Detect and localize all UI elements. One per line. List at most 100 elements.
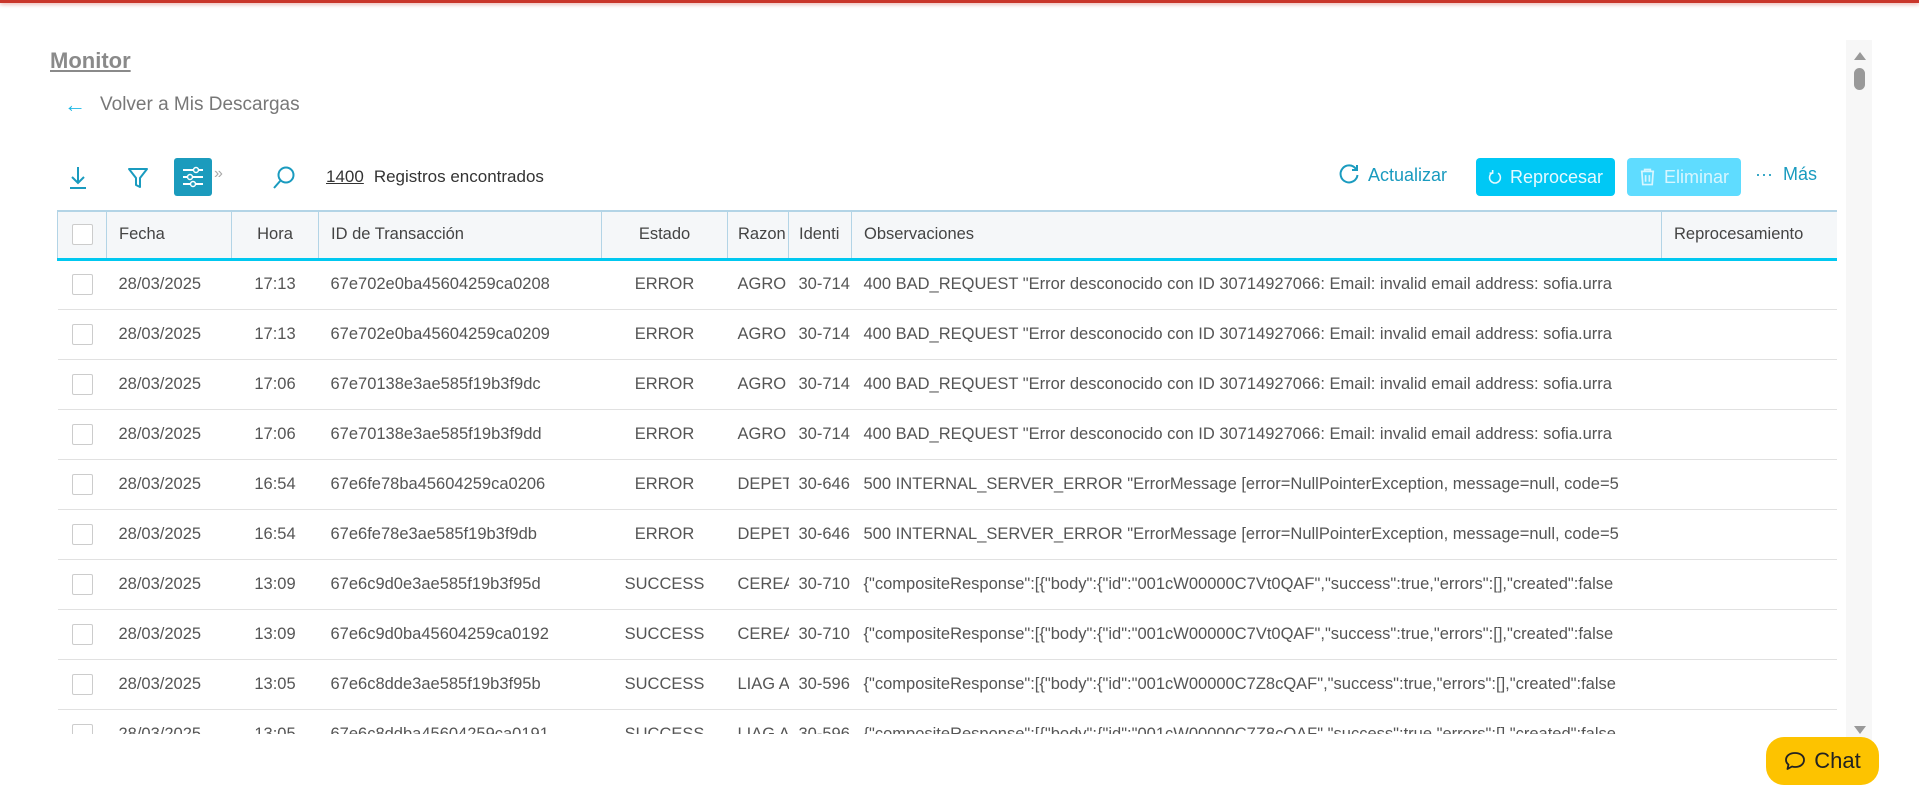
page-title[interactable]: Monitor <box>50 48 131 74</box>
chevron-double-right-icon[interactable]: » <box>214 165 223 183</box>
select-all-checkbox[interactable] <box>71 224 93 246</box>
cell-razon: AGRO <box>727 309 789 360</box>
cell-fecha: 28/03/2025 <box>106 409 232 460</box>
select-all-cell <box>57 210 107 261</box>
more-label: Más <box>1782 164 1817 184</box>
back-link[interactable]: ← Volver a Mis Descargas <box>64 92 300 118</box>
cell-hora: 17:13 <box>231 259 319 310</box>
table-row[interactable]: 28/03/2025 13:05 67e6c8ddba45604259ca0191 S… <box>57 709 1837 734</box>
table-row[interactable]: 28/03/2025 16:54 67e6fe78e3ae585f19b3f9db E… <box>57 509 1837 560</box>
column-header-fecha[interactable]: Fecha <box>106 210 232 261</box>
cell-id: 67e6c8ddba45604259ca0191 <box>318 709 602 734</box>
column-header-identificacion[interactable]: Identi <box>788 210 852 261</box>
table-row[interactable]: 28/03/2025 17:13 67e702e0ba45604259ca0208 E… <box>57 259 1837 310</box>
cell-fecha: 28/03/2025 <box>106 609 232 660</box>
cell-ident: 30-714 <box>788 259 852 310</box>
scroll-up-arrow-icon[interactable] <box>1854 52 1866 60</box>
refresh-icon <box>1488 170 1502 184</box>
column-header-estado[interactable]: Estado <box>601 210 728 261</box>
cell-razon: AGRO <box>727 359 789 410</box>
cell-ident: 30-646 <box>788 509 852 560</box>
table-row[interactable]: 28/03/2025 17:13 67e702e0ba45604259ca0209 E… <box>57 309 1837 360</box>
cell-id: 67e6fe78ba45604259ca0206 <box>318 459 602 510</box>
table-row[interactable]: 28/03/2025 13:05 67e6c8dde3ae585f19b3f95b S… <box>57 659 1837 710</box>
arrow-left-icon: ← <box>64 92 86 117</box>
records-count-value[interactable]: 1400 <box>326 167 364 186</box>
scrollbar-thumb[interactable] <box>1854 68 1865 90</box>
chat-button[interactable]: Chat <box>1766 737 1879 785</box>
row-checkbox[interactable] <box>71 573 93 595</box>
table-row[interactable]: 28/03/2025 16:54 67e6fe78ba45604259ca0206 E… <box>57 459 1837 510</box>
row-checkbox[interactable] <box>71 323 93 345</box>
cell-obs: {"compositeResponse":[{"body":{"id":"001… <box>851 709 1662 734</box>
row-select-cell <box>57 359 107 410</box>
row-checkbox[interactable] <box>71 623 93 645</box>
cell-id: 67e6c9d0e3ae585f19b3f95d <box>318 559 602 610</box>
cell-fecha: 28/03/2025 <box>106 509 232 560</box>
cell-id: 67e70138e3ae585f19b3f9dc <box>318 359 602 410</box>
column-settings-button[interactable] <box>174 158 212 196</box>
cell-hora: 13:09 <box>231 559 319 610</box>
row-checkbox[interactable] <box>71 373 93 395</box>
row-checkbox[interactable] <box>71 673 93 695</box>
cell-estado: ERROR <box>601 259 728 310</box>
row-select-cell <box>57 709 107 734</box>
row-checkbox[interactable] <box>71 473 93 495</box>
back-link-label: Volver a Mis Descargas <box>100 94 300 115</box>
cell-obs: 500 INTERNAL_SERVER_ERROR "ErrorMessage … <box>851 509 1662 560</box>
row-checkbox[interactable] <box>71 523 93 545</box>
table-row[interactable]: 28/03/2025 17:06 67e70138e3ae585f19b3f9dd E… <box>57 409 1837 460</box>
cell-razon: AGRO <box>727 259 789 310</box>
table-row[interactable]: 28/03/2025 13:09 67e6c9d0ba45604259ca0192 S… <box>57 609 1837 660</box>
cell-ident: 30-596 <box>788 709 852 734</box>
column-header-razon[interactable]: Razon <box>727 210 789 261</box>
more-button[interactable]: ··· Más <box>1755 164 1817 185</box>
cell-repro <box>1661 509 1837 560</box>
cell-razon: CEREA <box>727 609 789 660</box>
cell-obs: 500 INTERNAL_SERVER_ERROR "ErrorMessage … <box>851 459 1662 510</box>
row-select-cell <box>57 259 107 310</box>
ellipsis-icon: ··· <box>1755 164 1773 184</box>
download-button[interactable] <box>62 162 94 194</box>
delete-button[interactable]: Eliminar <box>1627 158 1741 196</box>
cell-estado: ERROR <box>601 459 728 510</box>
cell-razon: CEREA <box>727 559 789 610</box>
reprocess-button[interactable]: Reprocesar <box>1476 158 1615 196</box>
cell-estado: SUCCESS <box>601 709 728 734</box>
scrollbar[interactable] <box>1850 48 1870 734</box>
cell-ident: 30-714 <box>788 309 852 360</box>
cell-id: 67e6fe78e3ae585f19b3f9db <box>318 509 602 560</box>
cell-repro <box>1661 609 1837 660</box>
row-checkbox[interactable] <box>71 723 93 734</box>
search-button[interactable] <box>268 162 300 194</box>
cell-ident: 30-714 <box>788 409 852 460</box>
table-row[interactable]: 28/03/2025 17:06 67e70138e3ae585f19b3f9dc E… <box>57 359 1837 410</box>
cell-razon: AGRO <box>727 409 789 460</box>
cell-obs: 400 BAD_REQUEST "Error desconocido con I… <box>851 259 1662 310</box>
column-header-hora[interactable]: Hora <box>231 210 319 261</box>
refresh-button[interactable]: Actualizar <box>1338 164 1447 186</box>
cell-ident: 30-710 <box>788 559 852 610</box>
cell-id: 67e6c9d0ba45604259ca0192 <box>318 609 602 660</box>
cell-repro <box>1661 709 1837 734</box>
cell-id: 67e6c8dde3ae585f19b3f95b <box>318 659 602 710</box>
cell-obs: {"compositeResponse":[{"body":{"id":"001… <box>851 659 1662 710</box>
row-checkbox[interactable] <box>71 423 93 445</box>
trash-icon <box>1640 168 1655 186</box>
cell-hora: 16:54 <box>231 509 319 560</box>
scroll-down-arrow-icon[interactable] <box>1854 726 1866 734</box>
column-header-id[interactable]: ID de Transacción <box>318 210 602 261</box>
table-row[interactable]: 28/03/2025 13:09 67e6c9d0e3ae585f19b3f95d S… <box>57 559 1837 610</box>
row-checkbox[interactable] <box>71 274 93 295</box>
cell-fecha: 28/03/2025 <box>106 559 232 610</box>
cell-ident: 30-646 <box>788 459 852 510</box>
cell-estado: SUCCESS <box>601 559 728 610</box>
cell-hora: 17:13 <box>231 309 319 360</box>
cell-obs: 400 BAD_REQUEST "Error desconocido con I… <box>851 359 1662 410</box>
column-header-reprocesamiento[interactable]: Reprocesamiento <box>1661 210 1837 261</box>
cell-obs: {"compositeResponse":[{"body":{"id":"001… <box>851 559 1662 610</box>
cell-fecha: 28/03/2025 <box>106 309 232 360</box>
filter-button[interactable] <box>122 162 154 194</box>
cell-ident: 30-714 <box>788 359 852 410</box>
column-header-observaciones[interactable]: Observaciones <box>851 210 1662 261</box>
